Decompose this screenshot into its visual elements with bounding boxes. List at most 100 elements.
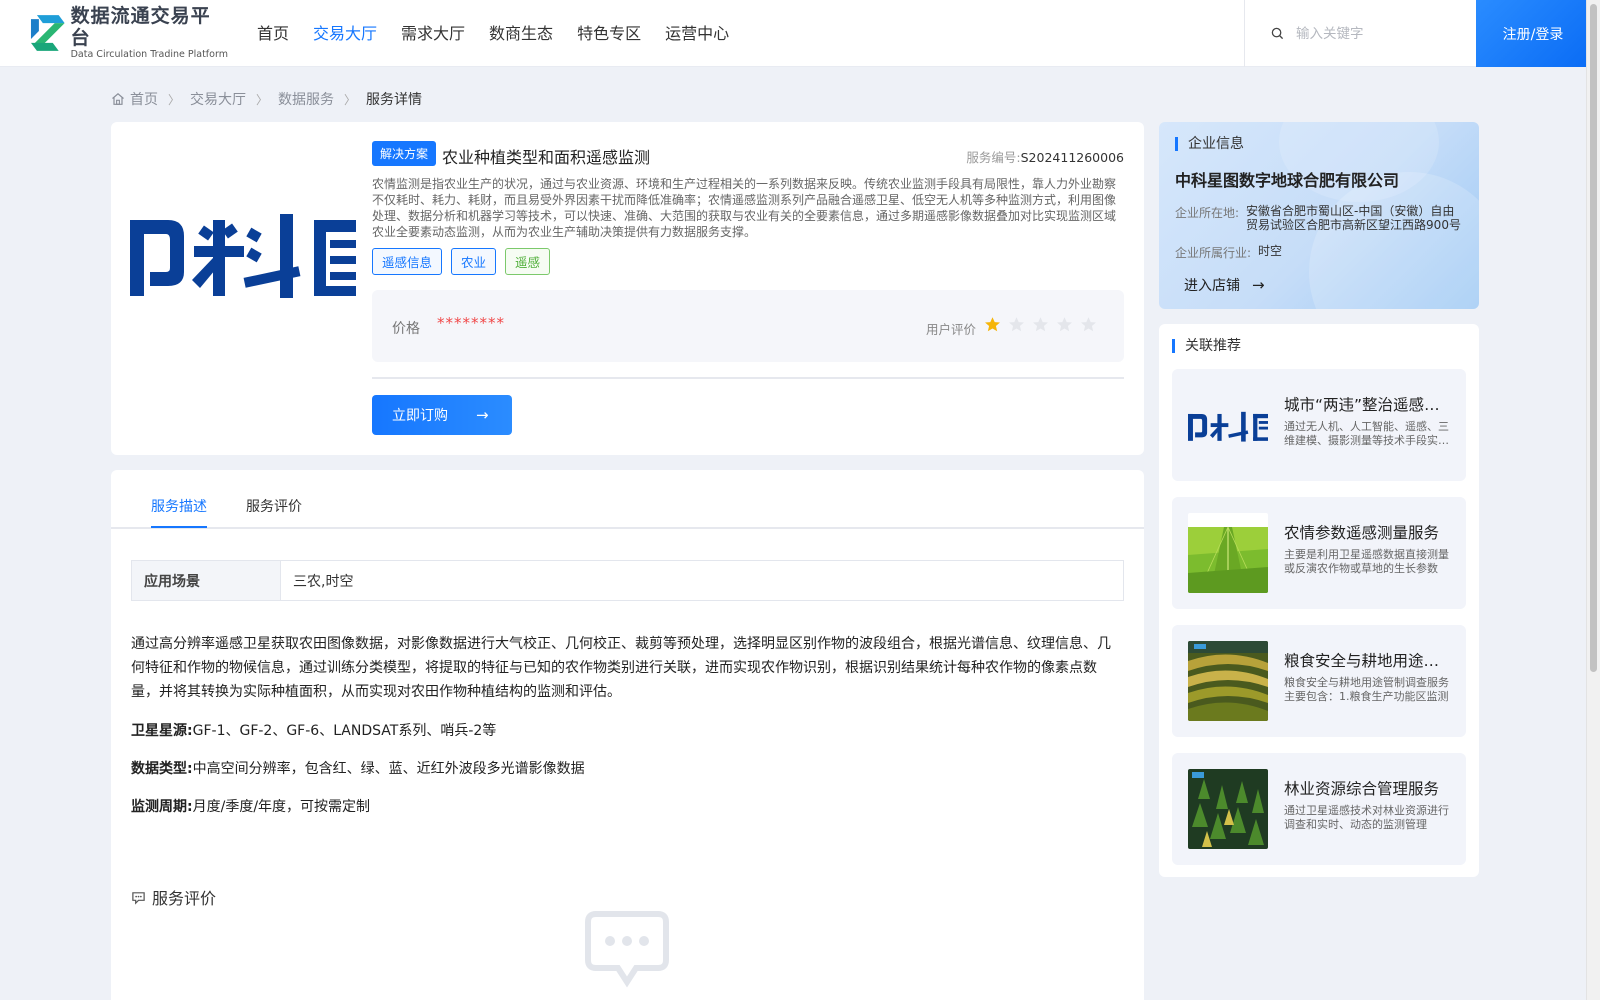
- chevron-right-icon: 〉: [256, 92, 269, 107]
- related-item-title: 农情参数遥感测量服务: [1284, 524, 1440, 542]
- divider: [372, 377, 1124, 379]
- data-type-value: 中高空间分辨率，包含红、绿、蓝、近红外波段多光谱影像数据: [192, 761, 585, 777]
- price-value: ********: [437, 314, 505, 332]
- nav-ecosystem[interactable]: 数商生态: [489, 0, 553, 67]
- nav-special-zone[interactable]: 特色专区: [577, 0, 641, 67]
- enterprise-info-card: 企业信息 中科星图数字地球合肥有限公司 企业所在地: 安徽省合肥市蜀山区-中国（…: [1159, 122, 1479, 309]
- page-scrollbar[interactable]: [1586, 0, 1600, 1000]
- related-item-title: 城市“两违”整治遥感监测服务: [1284, 396, 1450, 414]
- related-thumbnail: [1188, 641, 1268, 721]
- breadcrumb-data-service[interactable]: 数据服务: [278, 89, 334, 109]
- related-item-desc: 通过无人机、人工智能、遥感、三维建模、摄影测量等技术手段实现城市违建违章整治: [1284, 420, 1449, 447]
- order-now-button[interactable]: 立即订购 →: [372, 395, 512, 435]
- enter-store-label: 进入店铺: [1184, 278, 1240, 294]
- provider-logo-image: [130, 214, 356, 298]
- monitor-period-value: 月度/季度/年度，可按需定制: [192, 799, 371, 815]
- home-icon: [112, 93, 124, 105]
- scrollbar-thumb[interactable]: [1590, 4, 1597, 672]
- review-heading-label: 服务评价: [152, 889, 217, 908]
- logo-subtitle: Data Circulation Tradine Platform: [70, 49, 228, 60]
- scene-value: 三农,时空: [293, 573, 354, 590]
- star-empty-icon[interactable]: [1080, 316, 1097, 333]
- location-label: 企业所在地:: [1175, 206, 1240, 220]
- provider-logo-image: [1188, 385, 1268, 465]
- farmland-image: [1188, 513, 1268, 593]
- related-thumbnail: [1188, 513, 1268, 593]
- related-item[interactable]: 林业资源综合管理服务 通过卫星遥感技术对林业资源进行调查和实时、动态的监测管理: [1172, 753, 1466, 865]
- star-empty-icon[interactable]: [1008, 316, 1025, 333]
- related-item[interactable]: 农情参数遥感测量服务 主要是利用卫星遥感数据直接测量或反演农作物或草地的生长参数: [1172, 497, 1466, 609]
- related-item-desc: 粮食安全与耕地用途管制调查服务主要包含：1.粮食生产功能区监测: [1284, 676, 1449, 703]
- star-empty-icon[interactable]: [1056, 316, 1073, 333]
- related-thumbnail: [1188, 385, 1268, 465]
- related-heading: 关联推荐: [1172, 339, 1241, 353]
- rating-stars: [984, 316, 1104, 333]
- industry-value: 时空: [1258, 244, 1283, 258]
- industry-label: 企业所属行业:: [1175, 246, 1252, 260]
- product-description: 农情监测是指农业生产的状况，通过与农业资源、环境和生产过程相关的一系列数据来反映…: [372, 177, 1117, 239]
- tab-service-review[interactable]: 服务评价: [246, 496, 302, 516]
- scene-label: 应用场景: [132, 561, 281, 600]
- search-icon[interactable]: [1271, 27, 1284, 40]
- review-section-heading: 服务评价: [131, 885, 216, 909]
- solution-badge: 解决方案: [372, 141, 437, 166]
- related-thumbnail: [1188, 769, 1268, 849]
- product-card: 解决方案 农业种植类型和面积遥感监测 服务编号:S202411260006 农情…: [111, 122, 1144, 455]
- arrow-right-icon: →: [476, 406, 489, 424]
- star-filled-icon[interactable]: [984, 316, 1001, 333]
- service-number: 服务编号:S202411260006: [966, 147, 1124, 166]
- related-item-title: 粮食安全与耕地用途管制调查服务: [1284, 652, 1450, 670]
- top-header: 数据流通交易平台 Data Circulation Tradine Platfo…: [0, 0, 1590, 67]
- service-number-label: 服务编号:: [966, 150, 1021, 165]
- tag-list: 遥感信息 农业 遥感: [372, 248, 559, 275]
- tag-agriculture[interactable]: 农业: [451, 248, 497, 275]
- enterprise-location-row: 企业所在地: 安徽省合肥市蜀山区-中国（安徽）自由贸易试验区合肥市高新区望江西路…: [1175, 204, 1462, 232]
- price-label: 价格: [392, 321, 420, 337]
- breadcrumb-current: 服务详情: [366, 92, 423, 108]
- tag-remote-sensing-info[interactable]: 遥感信息: [372, 248, 443, 275]
- arrow-right-icon: →: [1252, 276, 1265, 294]
- nav-operation-center[interactable]: 运营中心: [665, 0, 729, 67]
- terrace-field-image: [1188, 641, 1268, 721]
- chevron-right-icon: 〉: [168, 92, 181, 107]
- service-body-text: 通过高分辨率遥感卫星获取农田图像数据，对影像数据进行大气校正、几何校正、裁剪等预…: [131, 636, 1111, 700]
- satellite-label: 卫星星源:: [131, 723, 193, 739]
- chevron-right-icon: 〉: [344, 92, 357, 107]
- breadcrumb-trading-hall[interactable]: 交易大厅: [190, 89, 246, 109]
- data-type-label: 数据类型:: [131, 761, 193, 777]
- price-panel: 价格 ******** 用户评价: [372, 290, 1124, 362]
- product-title: 农业种植类型和面积遥感监测: [442, 148, 651, 167]
- service-detail-panel: 服务描述 服务评价 应用场景 三农,时空 通过高分辨率遥感卫星获取农田图像数据，…: [111, 470, 1144, 1000]
- nav-trading-hall[interactable]: 交易大厅: [313, 0, 377, 67]
- comment-icon: [132, 891, 145, 905]
- breadcrumb-home[interactable]: 首页: [130, 89, 158, 109]
- tag-remote-sensing[interactable]: 遥感: [505, 248, 551, 275]
- platform-logo[interactable]: 数据流通交易平台 Data Circulation Tradine Platfo…: [29, 5, 229, 61]
- related-recommendations: 关联推荐 城市“两违”整治遥感监 通过无人机、人工智能、遥感、三维建模、摄影测量…: [1159, 324, 1479, 877]
- login-button[interactable]: 注册/登录: [1476, 0, 1590, 67]
- enter-store-link[interactable]: 进入店铺 →: [1184, 275, 1265, 295]
- nav-demand-hall[interactable]: 需求大厅: [401, 0, 465, 67]
- location-value: 安徽省合肥市蜀山区-中国（安徽）自由贸易试验区合肥市高新区望江西路900号: [1246, 204, 1461, 232]
- enterprise-name: 中科星图数字地球合肥有限公司: [1175, 171, 1400, 190]
- related-item[interactable]: 城市“两违”整治遥感监测服务 通过无人机、人工智能、遥感、三维建模、摄影测量等技…: [1172, 369, 1466, 481]
- order-button-label: 立即订购: [392, 408, 448, 424]
- enterprise-industry-row: 企业所属行业: 时空: [1175, 244, 1282, 261]
- related-item-desc: 主要是利用卫星遥感数据直接测量或反演农作物或草地的生长参数: [1284, 548, 1449, 575]
- data-type-row: 数据类型:中高空间分辨率，包含红、绿、蓝、近红外波段多光谱影像数据: [131, 758, 585, 778]
- star-empty-icon[interactable]: [1032, 316, 1049, 333]
- monitor-period-row: 监测周期:月度/季度/年度，可按需定制: [131, 796, 370, 816]
- detail-tabs: 服务描述 服务评价: [111, 470, 1144, 529]
- monitor-period-label: 监测周期:: [131, 799, 193, 815]
- related-item[interactable]: 粮食安全与耕地用途管制调查服务 粮食安全与耕地用途管制调查服务主要包含：1.粮食…: [1172, 625, 1466, 737]
- active-tab-indicator: [151, 526, 207, 528]
- nav-home[interactable]: 首页: [257, 0, 289, 67]
- empty-comment-icon: [585, 911, 669, 988]
- related-item-desc: 通过卫星遥感技术对林业资源进行调查和实时、动态的监测管理: [1284, 804, 1449, 831]
- service-number-value: S202411260006: [1020, 150, 1124, 165]
- scene-table: 应用场景 三农,时空: [131, 560, 1124, 601]
- logo-icon: [30, 15, 65, 51]
- tab-service-description[interactable]: 服务描述: [151, 496, 207, 516]
- main-nav: 首页 交易大厅 需求大厅 数商生态 特色专区 运营中心: [257, 0, 753, 67]
- search-input[interactable]: [1296, 25, 1466, 42]
